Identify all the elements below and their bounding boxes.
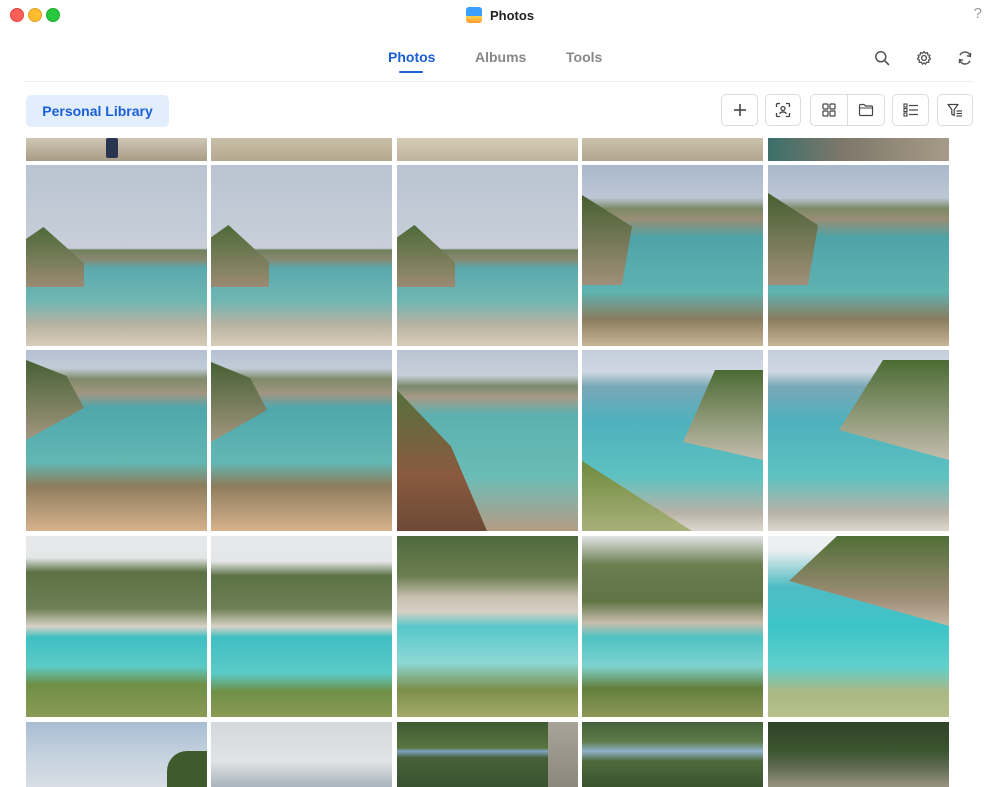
plus-icon — [733, 104, 746, 116]
personal-library-button[interactable]: Personal Library — [26, 95, 169, 127]
search-icon — [875, 51, 890, 66]
close-window-button[interactable] — [10, 8, 24, 22]
window-title-area: Photos — [466, 6, 534, 24]
photo-thumbnail[interactable] — [582, 722, 763, 787]
photos-app-icon — [466, 7, 482, 23]
filter-button[interactable] — [937, 94, 973, 126]
photo-thumbnail[interactable] — [397, 536, 578, 717]
tab-tools[interactable]: Tools — [566, 49, 602, 65]
title-bar: Photos ? — [0, 0, 994, 30]
tab-albums[interactable]: Albums — [475, 49, 526, 65]
photo-thumbnail[interactable] — [211, 138, 392, 161]
photo-thumbnail[interactable] — [211, 165, 392, 346]
view-mode-toggle — [810, 94, 885, 126]
photo-thumbnail[interactable] — [26, 722, 207, 787]
help-button[interactable]: ? — [974, 5, 982, 22]
list-view-button[interactable] — [892, 94, 929, 126]
face-recognition-button[interactable] — [765, 94, 801, 126]
settings-button[interactable] — [913, 47, 935, 69]
maximize-window-button[interactable] — [46, 8, 60, 22]
gear-icon — [916, 50, 932, 65]
minimize-window-button[interactable] — [28, 8, 42, 22]
photo-thumbnail[interactable] — [397, 138, 578, 161]
folder-view-icon — [858, 103, 874, 117]
photo-thumbnail[interactable] — [211, 722, 392, 787]
watermark: uter e — [951, 734, 984, 769]
photo-thumbnail[interactable] — [768, 722, 949, 787]
refresh-icon — [958, 51, 972, 65]
photo-thumbnail[interactable] — [397, 165, 578, 346]
photo-thumbnail[interactable] — [582, 350, 763, 531]
photo-thumbnail[interactable] — [211, 536, 392, 717]
list-view-icon — [902, 103, 918, 117]
photo-thumbnail[interactable] — [768, 350, 949, 531]
grid-view-button[interactable] — [811, 95, 847, 125]
top-navigation: Photos Albums Tools — [25, 33, 973, 82]
photo-thumbnail[interactable] — [26, 138, 207, 161]
tab-photos[interactable]: Photos — [388, 49, 435, 65]
photo-thumbnail[interactable] — [397, 722, 578, 787]
photo-thumbnail[interactable] — [397, 350, 578, 531]
active-tab-indicator — [399, 71, 423, 73]
photo-thumbnail[interactable] — [768, 165, 949, 346]
photo-thumbnail[interactable] — [26, 350, 207, 531]
photo-thumbnail[interactable] — [582, 138, 763, 161]
face-scan-icon — [775, 102, 791, 118]
folder-view-button[interactable] — [847, 95, 884, 125]
photo-thumbnail[interactable] — [26, 165, 207, 346]
photo-thumbnail[interactable] — [768, 536, 949, 717]
grid-view-icon — [822, 103, 836, 117]
search-button[interactable] — [871, 47, 893, 69]
window-title: Photos — [490, 7, 535, 23]
photo-thumbnail[interactable] — [211, 350, 392, 531]
photo-thumbnail[interactable] — [768, 138, 949, 161]
add-button[interactable] — [721, 94, 758, 126]
photo-grid — [26, 138, 950, 787]
filter-icon — [947, 103, 962, 117]
photo-thumbnail[interactable] — [26, 536, 207, 717]
photo-thumbnail[interactable] — [582, 536, 763, 717]
photo-thumbnail[interactable] — [582, 165, 763, 346]
refresh-button[interactable] — [954, 47, 976, 69]
